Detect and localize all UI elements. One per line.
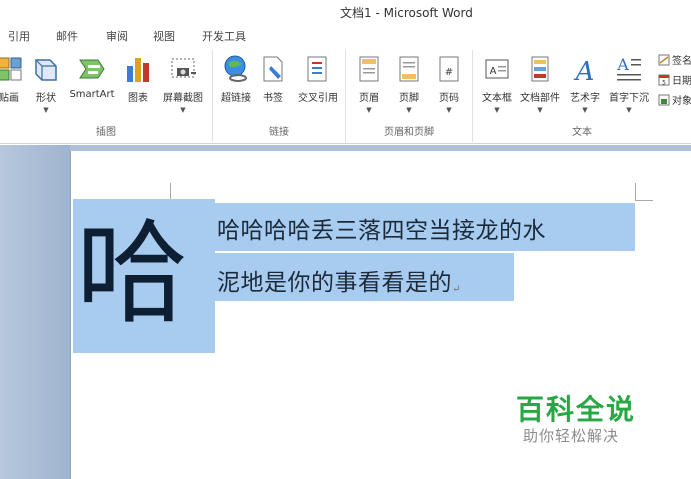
screenshot-dropdown-icon: ▼	[180, 106, 186, 114]
text-box-dropdown-icon: ▼	[494, 106, 500, 114]
quick-parts-button[interactable]: 文档部件 ▼	[517, 52, 563, 116]
document-text-line-2-content: 泥地是你的事看看是的	[217, 270, 452, 296]
page-number-dropdown-icon: ▼	[446, 106, 452, 114]
smartart-label: SmartArt	[69, 89, 115, 100]
header-dropdown-icon: ▼	[366, 106, 372, 114]
svg-text:A: A	[616, 55, 629, 74]
hyperlink-button[interactable]: 超链接	[216, 52, 256, 116]
signature-line-button[interactable]: 签名	[658, 52, 691, 68]
footer-label: 页脚	[399, 93, 419, 104]
hyperlink-icon	[224, 55, 247, 82]
object-icon	[658, 94, 670, 106]
title-bar: 文档1 - Microsoft Word	[0, 0, 691, 24]
bookmark-button[interactable]: 书签	[259, 52, 287, 116]
bookmark-label: 书签	[263, 93, 283, 104]
header-button[interactable]: 页眉 ▼	[354, 52, 384, 116]
date-time-icon: 5	[658, 74, 670, 86]
shapes-icon	[35, 59, 57, 81]
quick-parts-label: 文档部件	[520, 93, 560, 104]
wordart-dropdown-icon: ▼	[582, 106, 588, 114]
quick-parts-dropdown-icon: ▼	[537, 106, 543, 114]
tab-references[interactable]: 引用	[8, 28, 30, 44]
bookmark-icon	[263, 56, 283, 82]
text-box-label: 文本框	[482, 93, 512, 104]
tab-developer[interactable]: 开发工具	[202, 28, 246, 44]
hyperlink-label: 超链接	[221, 93, 251, 104]
drop-cap-character[interactable]: 哈	[76, 209, 188, 339]
ribbon-tabs: 引用 邮件 审阅 视图 开发工具	[0, 24, 691, 46]
tab-review[interactable]: 审阅	[106, 28, 128, 44]
page-number-button[interactable]: # 页码 ▼	[434, 52, 464, 116]
text-box-icon: A	[485, 59, 509, 79]
object-button[interactable]: 对象	[658, 92, 691, 108]
drop-cap-icon: A	[616, 55, 641, 81]
svg-text:A: A	[574, 57, 595, 84]
chart-button[interactable]: 图表	[124, 52, 152, 116]
header-label: 页眉	[359, 93, 379, 104]
quick-parts-icon	[531, 56, 549, 82]
wordart-label: 艺术字	[570, 93, 600, 104]
footer-button[interactable]: 页脚 ▼	[394, 52, 424, 116]
window-title: 文档1 - Microsoft Word	[340, 6, 473, 20]
tab-view[interactable]: 视图	[153, 28, 175, 44]
paragraph-mark-icon: ↵	[452, 284, 461, 295]
group-links: 超链接 书签 交叉引用 链接	[213, 50, 346, 142]
date-time-button[interactable]: 5 日期	[658, 72, 691, 88]
header-icon	[359, 56, 379, 82]
screenshot-button[interactable]: 屏幕截图 ▼	[158, 52, 208, 116]
page-number-label: 页码	[439, 93, 459, 104]
shapes-label: 形状	[36, 93, 56, 104]
object-label: 对象	[672, 96, 691, 107]
shapes-button[interactable]: 形状 ▼	[32, 52, 60, 116]
signature-line-icon	[658, 54, 670, 66]
cross-reference-icon	[307, 56, 327, 82]
page-number-icon: #	[439, 56, 459, 82]
svg-text:#: #	[445, 67, 453, 78]
document-left-margin	[0, 145, 70, 479]
drop-cap-dropdown-icon: ▼	[626, 106, 632, 114]
ribbon: 剪贴画 形状 ▼ SmartArt 图表	[0, 46, 691, 144]
signature-line-label: 签名	[672, 56, 691, 67]
chart-label: 图表	[128, 93, 148, 104]
crop-mark-top-right	[635, 183, 653, 201]
group-links-label: 链接	[269, 127, 289, 138]
group-text-label: 文本	[572, 127, 592, 138]
group-header-footer: 页眉 ▼ 页脚 ▼ # 页码 ▼ 页眉和页脚	[346, 50, 473, 142]
footer-dropdown-icon: ▼	[406, 106, 412, 114]
clip-art-icon	[0, 57, 22, 81]
document-text-line-2[interactable]: 泥地是你的事看看是的↵	[217, 263, 461, 297]
shapes-dropdown-icon: ▼	[43, 106, 49, 114]
group-header-footer-label: 页眉和页脚	[384, 127, 434, 138]
smartart-icon	[79, 59, 105, 79]
wordart-button[interactable]: A 艺术字 ▼	[567, 52, 603, 116]
svg-text:5: 5	[662, 80, 666, 87]
watermark-title: 百科全说	[516, 393, 637, 426]
date-time-label: 日期	[672, 76, 691, 87]
cross-reference-button[interactable]: 交叉引用	[293, 52, 343, 116]
watermark-subtitle: 助你轻松解决	[523, 427, 620, 445]
text-box-button[interactable]: A 文本框 ▼	[477, 52, 517, 116]
smartart-button[interactable]: SmartArt	[66, 52, 118, 116]
tab-mailings[interactable]: 邮件	[56, 28, 78, 44]
screenshot-icon	[171, 58, 196, 78]
drop-cap-button[interactable]: A 首字下沉 ▼	[605, 52, 653, 116]
wordart-icon: A	[574, 57, 595, 84]
svg-text:A: A	[490, 66, 497, 77]
drop-cap-label: 首字下沉	[609, 93, 649, 104]
cross-reference-label: 交叉引用	[298, 93, 338, 104]
screenshot-label: 屏幕截图	[163, 93, 203, 104]
chart-icon	[127, 58, 149, 82]
group-illustrations-label: 插图	[96, 127, 116, 138]
footer-icon	[399, 56, 419, 82]
clip-art-label: 剪贴画	[0, 93, 19, 104]
group-illustrations: 剪贴画 形状 ▼ SmartArt 图表	[0, 50, 213, 142]
clip-art-button[interactable]: 剪贴画	[0, 52, 26, 116]
document-text-line-1[interactable]: 哈哈哈哈丢三落四空当接龙的水	[217, 211, 546, 245]
